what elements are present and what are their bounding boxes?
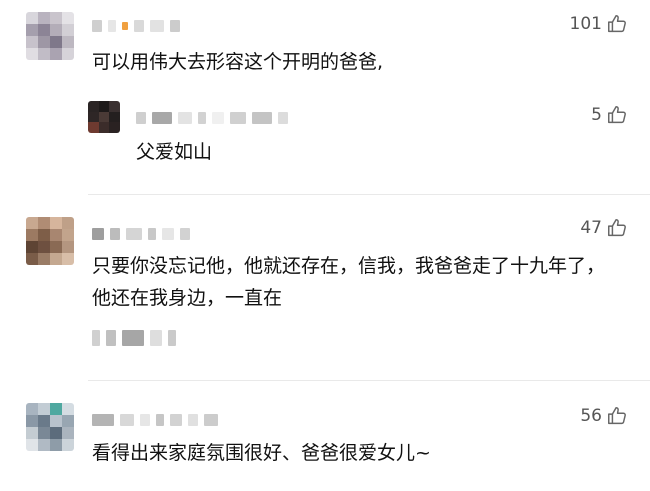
- avatar[interactable]: [88, 101, 120, 133]
- comment-text: 可以用伟大去形容这个开明的爸爸,: [92, 51, 384, 73]
- like-count: 101: [569, 14, 602, 34]
- username[interactable]: [92, 20, 180, 32]
- like-button[interactable]: 47: [548, 216, 628, 240]
- like-button[interactable]: 101: [548, 12, 628, 36]
- divider: [88, 194, 650, 195]
- comment-text: 看得出来家庭氛围很好、爸爸很爱女儿~: [92, 442, 431, 464]
- comment-meta: [92, 330, 176, 346]
- avatar[interactable]: [26, 12, 74, 60]
- like-count: 5: [591, 105, 602, 125]
- thumbs-up-icon: [608, 219, 626, 237]
- thumbs-up-icon: [608, 106, 626, 124]
- username[interactable]: [92, 414, 218, 426]
- avatar[interactable]: [26, 403, 74, 451]
- username[interactable]: [136, 112, 288, 124]
- like-count: 47: [580, 218, 602, 238]
- comment-list: 101 可以用伟大去形容这个开明的爸爸, 5 父爱如山 47 只要你没忘记他，他…: [0, 0, 650, 491]
- like-count: 56: [580, 406, 602, 426]
- reply-text: 父爱如山: [136, 141, 213, 163]
- thumbs-up-icon: [608, 15, 626, 33]
- thumbs-up-icon: [608, 407, 626, 425]
- divider: [88, 380, 650, 381]
- username[interactable]: [92, 228, 190, 240]
- avatar[interactable]: [26, 217, 74, 265]
- like-button[interactable]: 56: [548, 404, 628, 428]
- comment-text: 只要你没忘记他，他就还存在，信我，我爸爸走了十九年了，他还在我身边，一直在: [92, 255, 606, 309]
- like-button[interactable]: 5: [548, 103, 628, 127]
